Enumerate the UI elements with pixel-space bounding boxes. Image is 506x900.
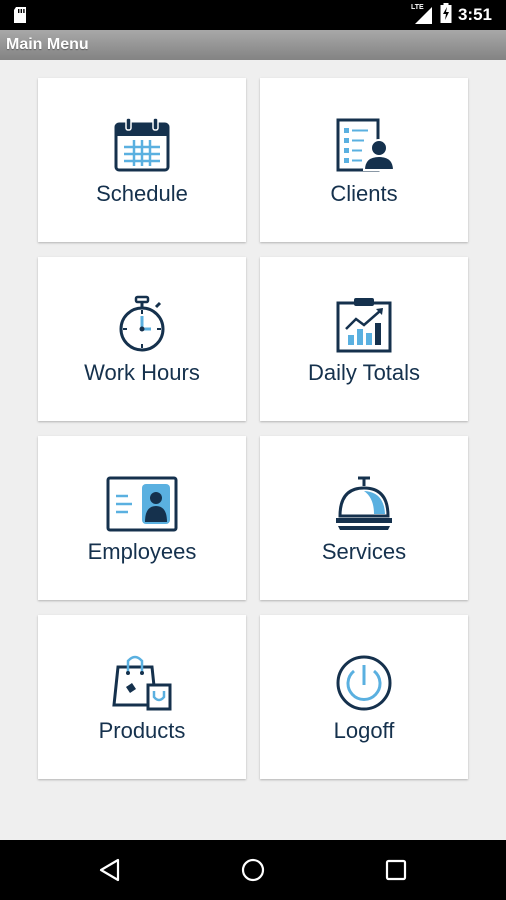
daily-totals-label: Daily Totals <box>307 360 421 385</box>
clients-label: Clients <box>330 181 398 206</box>
service-bell-icon <box>334 474 394 534</box>
signal-icon: LTE <box>410 4 434 26</box>
stopwatch-icon <box>112 295 172 355</box>
shopping-bags-icon <box>112 653 172 713</box>
page-title: Main Menu <box>6 36 89 53</box>
main-menu-grid: Schedule Clients Work Hours Daily Totals… <box>38 78 468 779</box>
logoff-label: Logoff <box>333 718 395 743</box>
navigation-bar <box>0 840 506 900</box>
sd-card-icon <box>12 6 28 29</box>
calendar-icon <box>112 116 172 176</box>
products-tile[interactable]: Products <box>38 615 246 779</box>
recents-icon[interactable] <box>381 855 411 885</box>
chart-clipboard-icon <box>334 295 394 355</box>
schedule-label: Schedule <box>96 181 188 206</box>
power-icon <box>334 653 394 713</box>
logoff-tile[interactable]: Logoff <box>260 615 468 779</box>
clients-tile[interactable]: Clients <box>260 78 468 242</box>
status-bar: LTE 3:51 <box>0 0 506 30</box>
employees-tile[interactable]: Employees <box>38 436 246 600</box>
services-tile[interactable]: Services <box>260 436 468 600</box>
employees-label: Employees <box>87 539 197 564</box>
work-hours-label: Work Hours <box>84 360 200 385</box>
battery-charging-icon <box>440 2 452 28</box>
id-card-icon <box>106 474 178 534</box>
services-label: Services <box>321 539 407 564</box>
title-bar: Main Menu <box>0 30 506 60</box>
client-list-icon <box>334 116 394 176</box>
schedule-tile[interactable]: Schedule <box>38 78 246 242</box>
back-icon[interactable] <box>95 855 125 885</box>
status-time: 3:51 <box>457 5 492 24</box>
products-label: Products <box>98 718 186 743</box>
home-icon[interactable] <box>238 855 268 885</box>
daily-totals-tile[interactable]: Daily Totals <box>260 257 468 421</box>
work-hours-tile[interactable]: Work Hours <box>38 257 246 421</box>
